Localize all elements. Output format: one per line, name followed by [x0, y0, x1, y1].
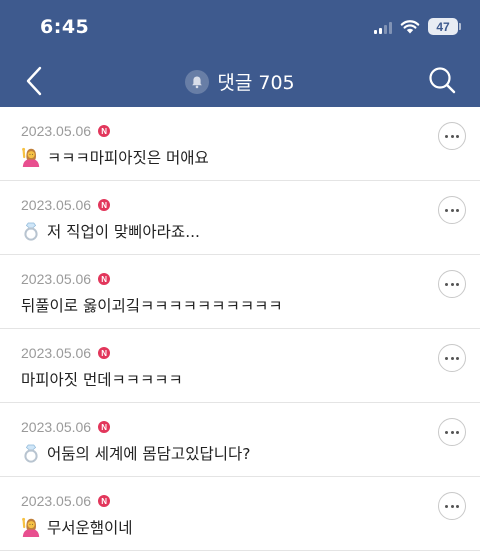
comment-date: 2023.05.06 [21, 271, 92, 287]
new-badge: N [98, 125, 111, 137]
comment-meta: 2023.05.06 N [21, 271, 111, 287]
comment-text: 뒤풀이로 옳이괴깈ㅋㅋㅋㅋㅋㅋㅋㅋㅋㅋ [21, 297, 283, 315]
comment-body: 어둠의 세계에 몸담고있답니다? [21, 442, 250, 464]
nav-bar: 댓글 705 [0, 56, 480, 107]
more-icon [445, 356, 459, 360]
more-options-button[interactable] [438, 122, 466, 150]
comment-meta: 2023.05.06 N [21, 493, 111, 509]
more-icon [445, 282, 459, 286]
comment-meta: 2023.05.06 N [21, 123, 111, 139]
ring-icon [24, 222, 38, 241]
comment-item: 2023.05.06 N 저 직업이 맞삐아라죠... [0, 181, 480, 255]
comment-text: 마피아짓 먼데ㅋㅋㅋㅋㅋ [21, 371, 183, 389]
comment-item: 2023.05.06 N 마피아짓 먼데ㅋㅋㅋㅋㅋ [0, 329, 480, 403]
more-options-button[interactable] [438, 492, 466, 520]
comment-meta: 2023.05.06 N [21, 419, 111, 435]
person-raising-hand-icon [22, 517, 40, 537]
comment-body: 뒤풀이로 옳이괴깈ㅋㅋㅋㅋㅋㅋㅋㅋㅋㅋ [21, 294, 283, 316]
comment-body: 저 직업이 맞삐아라죠... [21, 220, 200, 242]
more-icon [445, 430, 459, 434]
status-icons: 47 [374, 18, 461, 35]
battery-level: 47 [436, 19, 450, 34]
comment-meta: 2023.05.06 N [21, 197, 111, 213]
new-badge: N [98, 273, 111, 285]
cellular-signal-icon [374, 20, 392, 34]
page-title: 댓글 705 [0, 68, 480, 95]
comment-body: ㅋㅋㅋ마피아짓은 머애요 [21, 146, 209, 168]
more-icon [445, 134, 459, 138]
comment-date: 2023.05.06 [21, 419, 92, 435]
comment-body: 마피아짓 먼데ㅋㅋㅋㅋㅋ [21, 368, 183, 390]
new-badge: N [98, 421, 111, 433]
ring-icon [24, 444, 38, 463]
comment-list: 2023.05.06 N ㅋㅋㅋ마피아짓은 머애요 2023.05.06 N 저… [0, 107, 480, 551]
comment-item: 2023.05.06 N 무서운햄이네 [0, 477, 480, 551]
more-options-button[interactable] [438, 270, 466, 298]
comment-item: 2023.05.06 N 뒤풀이로 옳이괴깈ㅋㅋㅋㅋㅋㅋㅋㅋㅋㅋ [0, 255, 480, 329]
status-time: 6:45 [40, 16, 90, 38]
header: 6:45 47 댓글 705 [0, 0, 480, 107]
comment-item: 2023.05.06 N 어둠의 세계에 몸담고있답니다? [0, 403, 480, 477]
new-badge: N [98, 495, 111, 507]
comment-date: 2023.05.06 [21, 197, 92, 213]
comment-item: 2023.05.06 N ㅋㅋㅋ마피아짓은 머애요 [0, 107, 480, 181]
more-icon [445, 504, 459, 508]
wifi-icon [400, 20, 420, 34]
bell-icon [185, 69, 210, 94]
page-title-text: 댓글 705 [217, 72, 295, 94]
new-badge: N [98, 199, 111, 211]
comment-text: 어둠의 세계에 몸담고있답니다? [47, 445, 251, 463]
comment-text: 무서운햄이네 [47, 519, 133, 537]
comment-text: 저 직업이 맞삐아라죠... [47, 223, 200, 241]
new-badge: N [98, 347, 111, 359]
battery-icon: 47 [428, 18, 461, 35]
search-button[interactable] [426, 64, 458, 96]
comment-date: 2023.05.06 [21, 493, 92, 509]
comment-body: 무서운햄이네 [21, 516, 133, 538]
comment-text: ㅋㅋㅋ마피아짓은 머애요 [47, 149, 209, 167]
comment-date: 2023.05.06 [21, 345, 92, 361]
more-icon [445, 208, 459, 212]
more-options-button[interactable] [438, 418, 466, 446]
comment-meta: 2023.05.06 N [21, 345, 111, 361]
search-icon [429, 67, 456, 94]
status-bar: 6:45 47 [0, 0, 480, 56]
more-options-button[interactable] [438, 196, 466, 224]
person-raising-hand-icon [22, 147, 40, 167]
more-options-button[interactable] [438, 344, 466, 372]
comment-date: 2023.05.06 [21, 123, 92, 139]
